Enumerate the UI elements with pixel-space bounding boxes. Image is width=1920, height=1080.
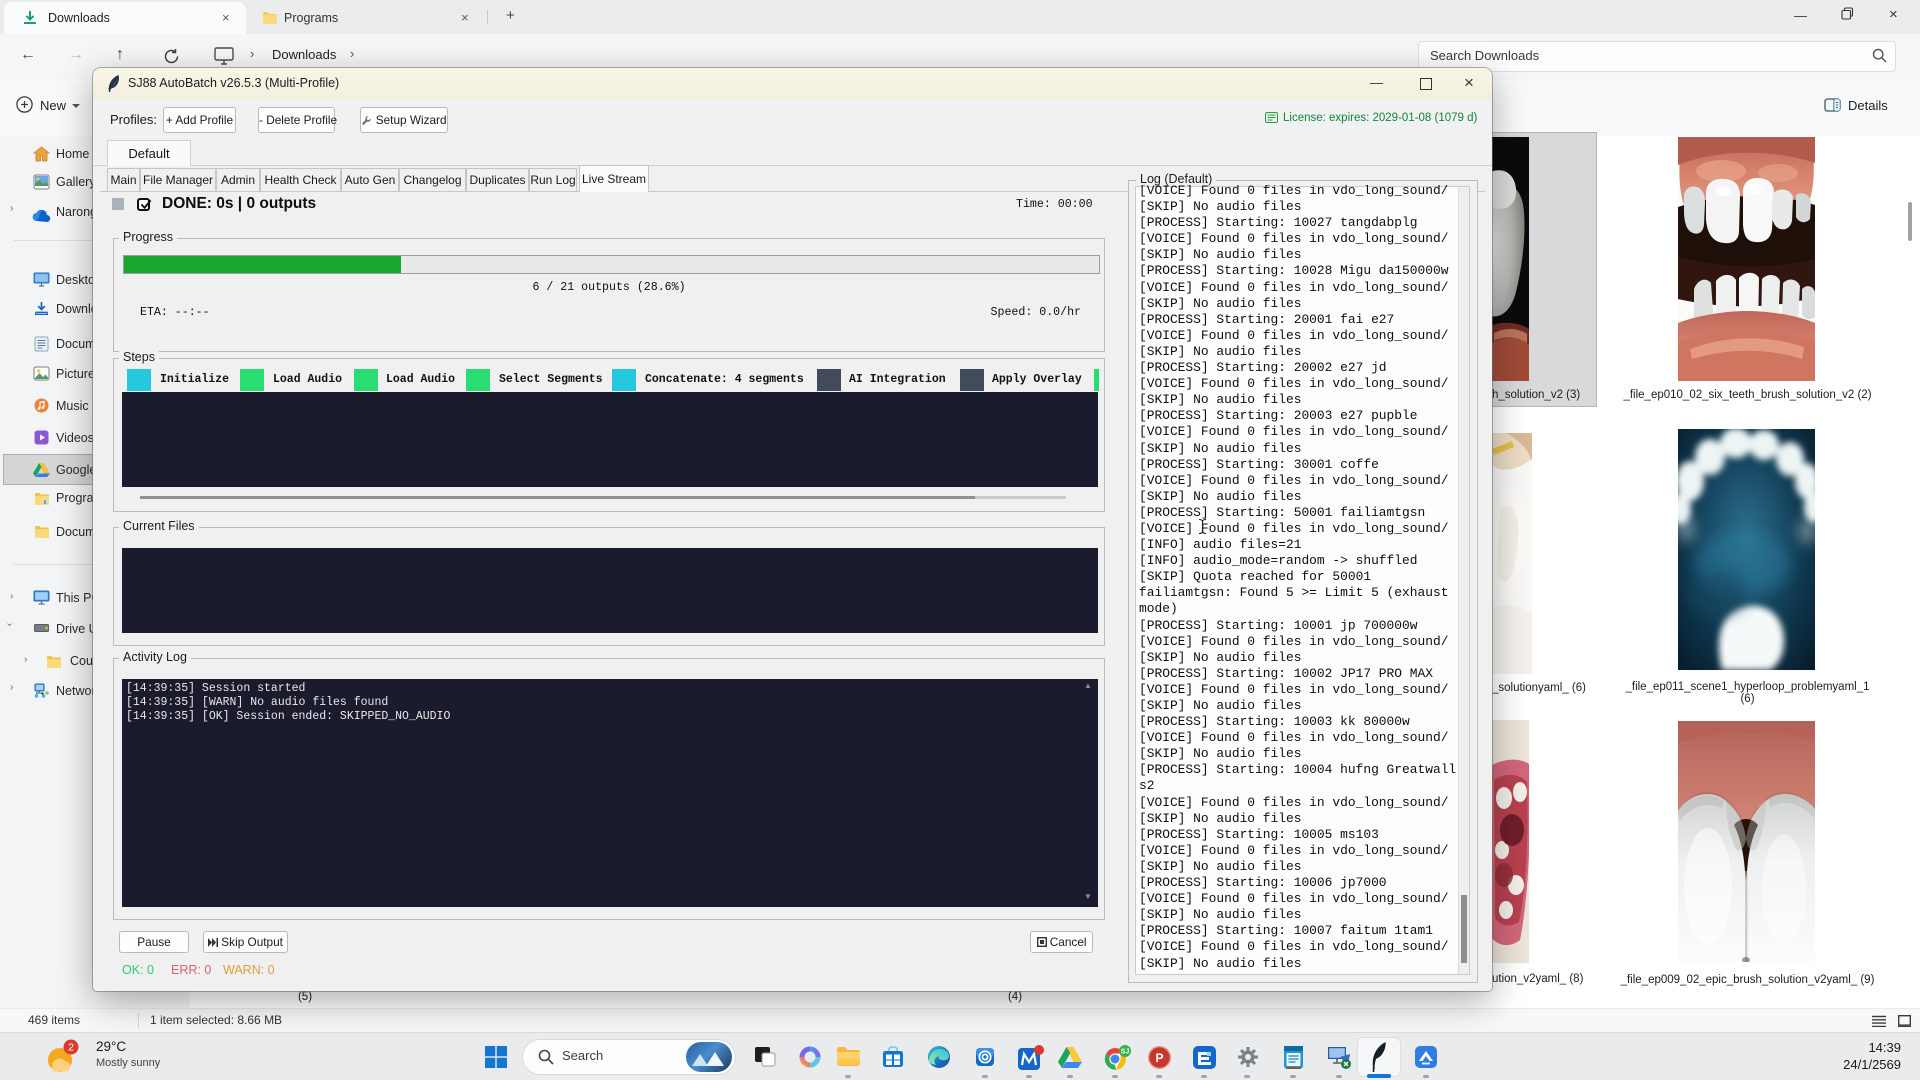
svg-text:SJ: SJ (1121, 1049, 1130, 1056)
svg-text:2: 2 (68, 1042, 74, 1054)
svg-text:P: P (1155, 1051, 1163, 1065)
